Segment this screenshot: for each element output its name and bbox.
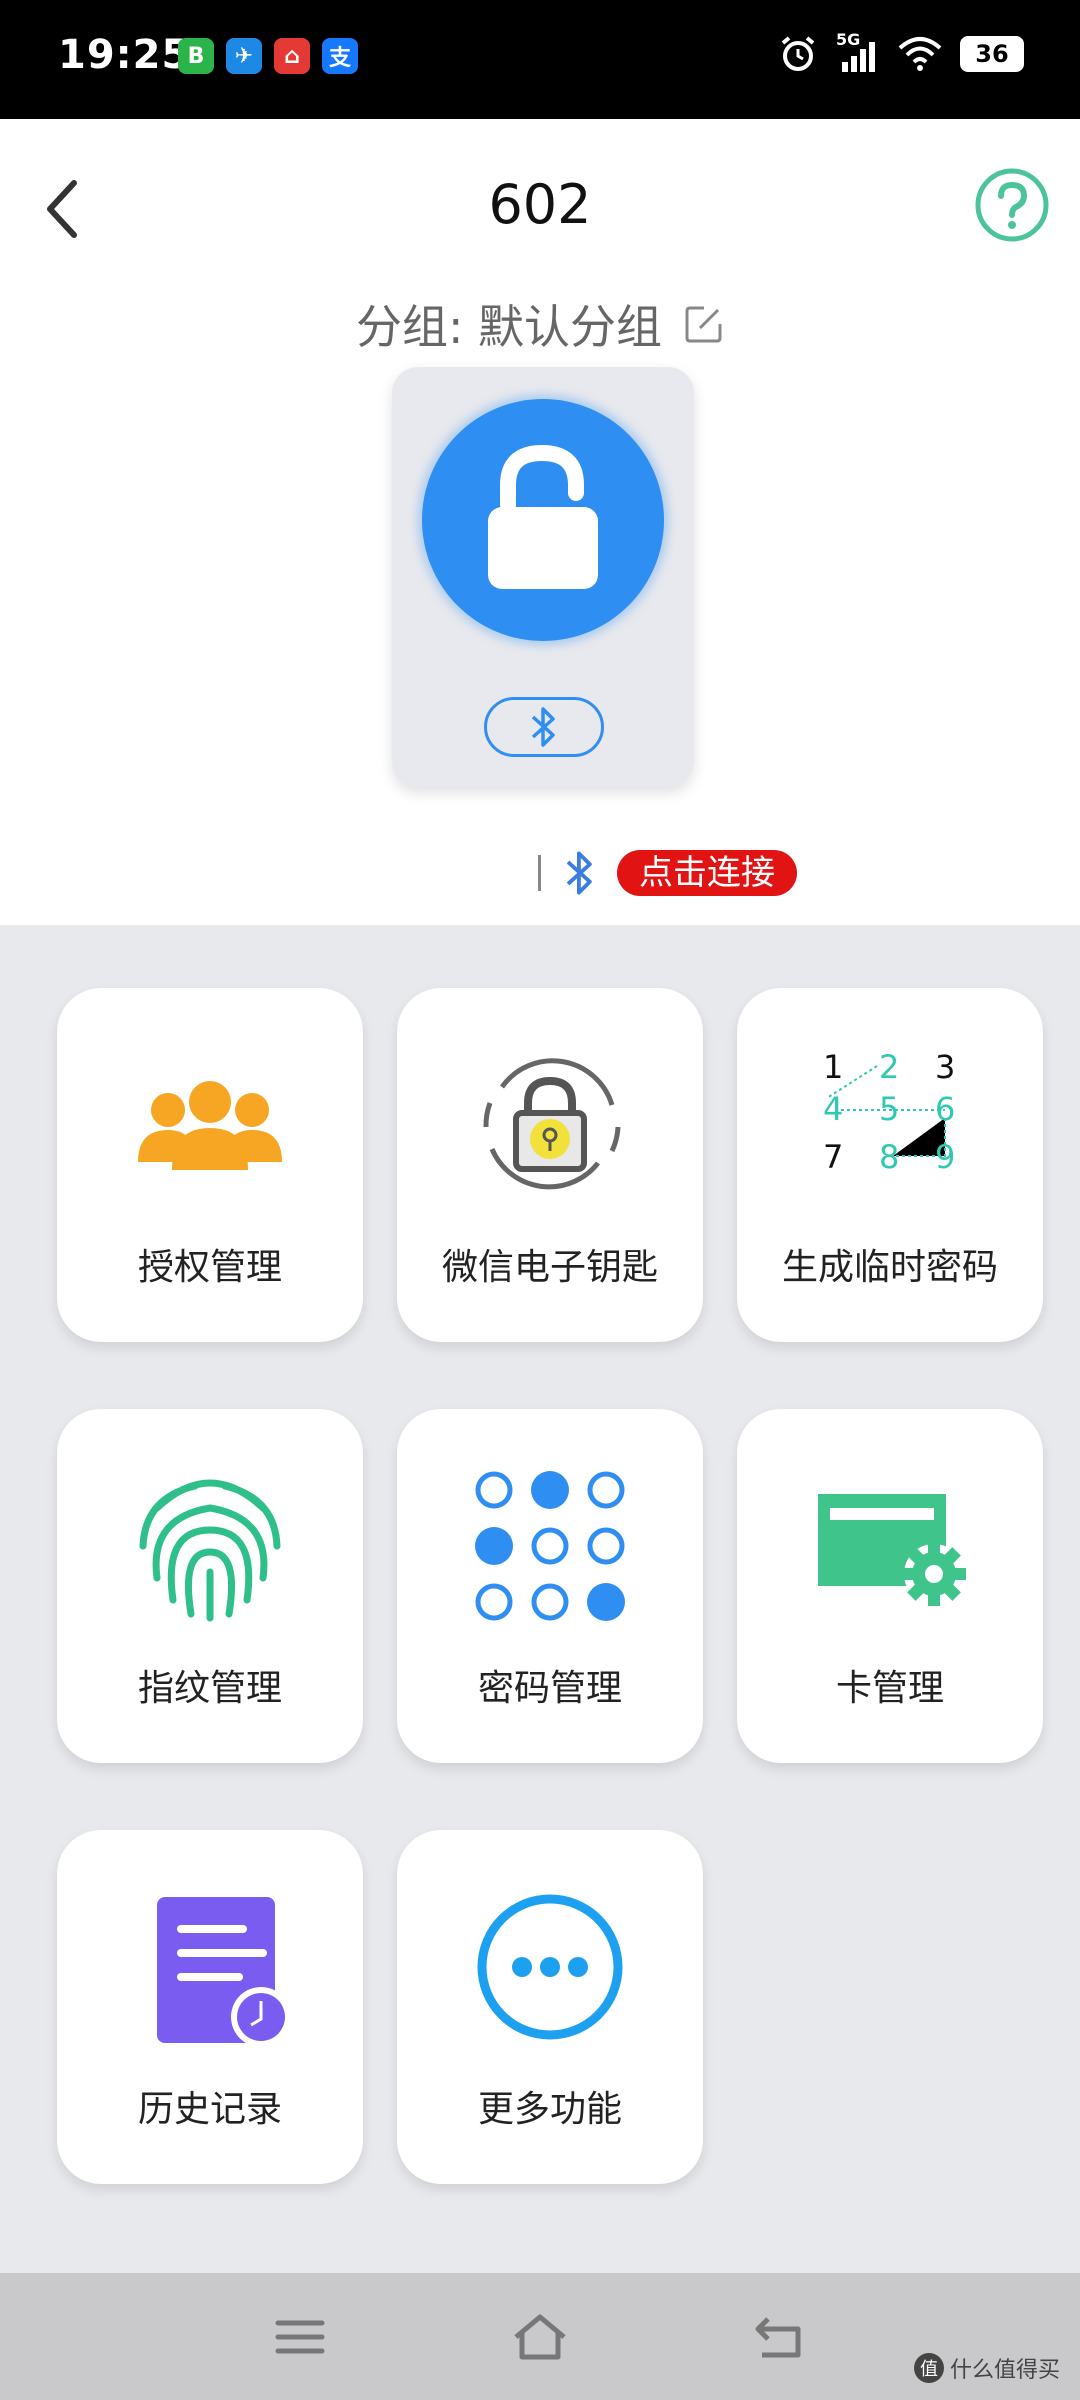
divider bbox=[538, 855, 541, 891]
more-icon bbox=[397, 1882, 703, 2052]
tile-label: 指纹管理 bbox=[137, 1668, 282, 1709]
group-row[interactable]: 分组: 默认分组 bbox=[0, 291, 1080, 357]
bluetooth-status-icon bbox=[566, 851, 592, 895]
app-icon-2: ✈ bbox=[226, 38, 262, 74]
home-icon[interactable] bbox=[510, 2309, 570, 2365]
status-time: 19:25 bbox=[58, 32, 191, 78]
digit-8: 8 bbox=[879, 1138, 899, 1176]
unlocked-padlock-icon bbox=[488, 445, 598, 589]
tile-temp-password[interactable]: 1 2 3 4 5 6 7 8 9 生成临时密码 bbox=[737, 988, 1043, 1342]
group-label: 分组: 默认分组 bbox=[355, 300, 663, 354]
notification-apps: B ✈ ⌂ 支 bbox=[178, 38, 358, 74]
digit-2: 2 bbox=[879, 1048, 899, 1086]
app-icon-1: B bbox=[178, 38, 214, 74]
system-nav-bar: 值 什么值得买 bbox=[0, 2273, 1080, 2400]
card-icon bbox=[737, 1461, 1043, 1631]
digit-4: 4 bbox=[823, 1090, 843, 1128]
history-icon bbox=[57, 1882, 363, 2052]
tile-password[interactable]: 密码管理 bbox=[397, 1409, 703, 1763]
digit-9: 9 bbox=[935, 1138, 955, 1176]
status-bar: 19:25 B ✈ ⌂ 支 5G 36 bbox=[0, 0, 1080, 119]
tile-label: 授权管理 bbox=[137, 1247, 282, 1288]
tile-card[interactable]: 卡管理 bbox=[737, 1409, 1043, 1763]
users-icon bbox=[57, 1040, 363, 1210]
device-header: 602 分组: 默认分组 点击连接 bbox=[0, 119, 1080, 925]
tile-fingerprint[interactable]: 指纹管理 bbox=[57, 1409, 363, 1763]
tile-label: 历史记录 bbox=[137, 2089, 282, 2130]
tile-label: 更多功能 bbox=[477, 2089, 622, 2130]
watermark-text: 什么值得买 bbox=[949, 2358, 1060, 2383]
bluetooth-icon bbox=[531, 707, 555, 747]
bluetooth-button[interactable] bbox=[484, 697, 604, 757]
lock-card[interactable] bbox=[392, 367, 694, 787]
wifi-icon bbox=[898, 37, 942, 71]
alarm-icon bbox=[781, 36, 815, 71]
temp-password-icon: 1 2 3 4 5 6 7 8 9 bbox=[737, 1040, 1043, 1210]
app-icon-4: 支 bbox=[322, 38, 358, 74]
connection-row: 点击连接 bbox=[538, 849, 797, 897]
help-icon[interactable] bbox=[974, 167, 1050, 243]
tile-authorization[interactable]: 授权管理 bbox=[57, 988, 363, 1342]
back-nav-icon[interactable] bbox=[750, 2309, 810, 2365]
digit-6: 6 bbox=[935, 1090, 955, 1128]
digit-1: 1 bbox=[823, 1048, 843, 1086]
tile-more[interactable]: 更多功能 bbox=[397, 1830, 703, 2184]
tile-label: 微信电子钥匙 bbox=[441, 1247, 658, 1288]
fingerprint-icon bbox=[57, 1461, 363, 1631]
watermark-logo: 值 bbox=[913, 2353, 944, 2383]
battery-indicator: 36 bbox=[960, 36, 1024, 72]
digit-5: 5 bbox=[879, 1090, 899, 1128]
menu-icon[interactable] bbox=[270, 2309, 330, 2365]
tile-label: 卡管理 bbox=[835, 1668, 944, 1709]
connect-button[interactable]: 点击连接 bbox=[617, 850, 797, 896]
signal-icon: 5G bbox=[836, 30, 880, 74]
tile-label: 密码管理 bbox=[477, 1668, 622, 1709]
tile-wechat-key[interactable]: 微信电子钥匙 bbox=[397, 988, 703, 1342]
digit-7: 7 bbox=[823, 1138, 843, 1176]
digit-3: 3 bbox=[935, 1048, 955, 1086]
unlock-button[interactable] bbox=[422, 399, 664, 641]
app-icon-3: ⌂ bbox=[274, 38, 310, 74]
status-indicators: 5G 36 bbox=[778, 30, 1024, 74]
wechat-key-icon bbox=[397, 1040, 703, 1210]
watermark: 值 什么值得买 bbox=[913, 2352, 1060, 2384]
edit-icon[interactable] bbox=[684, 304, 724, 344]
tile-label: 生成临时密码 bbox=[781, 1247, 998, 1288]
password-keypad-icon bbox=[397, 1461, 703, 1631]
page-title: 602 bbox=[488, 173, 592, 236]
tile-history[interactable]: 历史记录 bbox=[57, 1830, 363, 2184]
